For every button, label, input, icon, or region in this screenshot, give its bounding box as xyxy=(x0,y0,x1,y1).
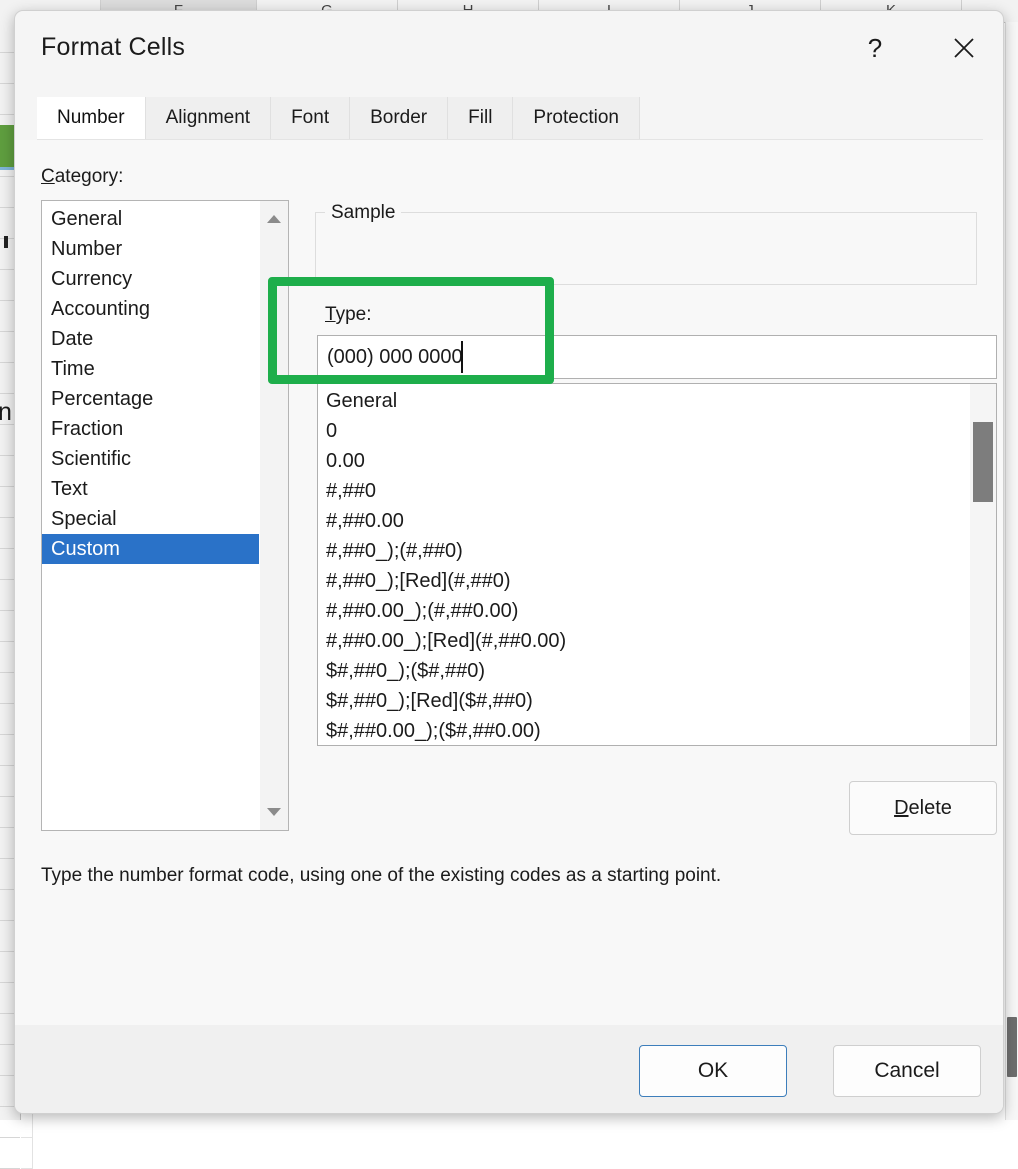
cell-text-fragment: n xyxy=(0,398,12,427)
category-item-scientific[interactable]: Scientific xyxy=(42,444,259,474)
format-code-item[interactable]: #,##0.00_);(#,##0.00) xyxy=(318,596,970,626)
tab-number[interactable]: Number xyxy=(37,97,146,139)
text-cursor xyxy=(461,341,463,373)
format-code-item[interactable]: General xyxy=(318,386,970,416)
dialog-titlebar: Format Cells ? xyxy=(15,11,1003,83)
number-tab-panel: Category: GeneralNumberCurrencyAccountin… xyxy=(15,140,1003,1025)
category-label-rest: ategory: xyxy=(55,166,124,187)
format-code-item[interactable]: 0 xyxy=(318,416,970,446)
tab-border[interactable]: Border xyxy=(350,97,448,139)
sample-groupbox xyxy=(315,212,977,285)
format-codes-scrollbar-thumb[interactable] xyxy=(973,422,993,502)
sample-value xyxy=(316,213,976,241)
ok-button[interactable]: OK xyxy=(639,1045,787,1097)
category-item-text[interactable]: Text xyxy=(42,474,259,504)
category-item-special[interactable]: Special xyxy=(42,504,259,534)
category-item-fraction[interactable]: Fraction xyxy=(42,414,259,444)
type-label-accel: T xyxy=(325,304,336,325)
sample-legend-label: Sample xyxy=(325,202,401,224)
category-item-custom[interactable]: Custom xyxy=(42,534,259,564)
tab-fill[interactable]: Fill xyxy=(448,97,513,139)
tab-font[interactable]: Font xyxy=(271,97,350,139)
cell-content-tick xyxy=(4,236,8,248)
row-header-cell[interactable] xyxy=(0,1138,20,1169)
category-item-date[interactable]: Date xyxy=(42,324,259,354)
format-code-item[interactable]: 0.00 xyxy=(318,446,970,476)
category-item-time[interactable]: Time xyxy=(42,354,259,384)
selected-cell-marker xyxy=(0,125,14,167)
scrollbar-thumb[interactable] xyxy=(1007,1017,1017,1077)
delete-button-accel: D xyxy=(894,797,908,820)
type-label-rest: ype: xyxy=(336,304,372,325)
category-list[interactable]: GeneralNumberCurrencyAccountingDateTimeP… xyxy=(42,201,259,830)
category-item-number[interactable]: Number xyxy=(42,234,259,264)
spreadsheet-vertical-scrollbar[interactable] xyxy=(1005,22,1018,1120)
format-code-item[interactable]: $#,##0_);[Red]($#,##0) xyxy=(318,686,970,716)
format-cells-dialog: Format Cells ? NumberAlignmentFontBorder… xyxy=(14,10,1004,1114)
format-code-item[interactable]: #,##0 xyxy=(318,476,970,506)
dialog-help-text: Type the number format code, using one o… xyxy=(41,865,721,887)
category-item-percentage[interactable]: Percentage xyxy=(42,384,259,414)
category-label-accel: C xyxy=(41,166,55,187)
triangle-up-icon[interactable] xyxy=(267,215,281,223)
category-listbox[interactable]: GeneralNumberCurrencyAccountingDateTimeP… xyxy=(41,200,289,831)
format-code-item[interactable]: #,##0.00_);[Red](#,##0.00) xyxy=(318,626,970,656)
category-label: Category: xyxy=(41,166,123,188)
dialog-title: Format Cells xyxy=(41,33,185,62)
category-item-currency[interactable]: Currency xyxy=(42,264,259,294)
category-item-accounting[interactable]: Accounting xyxy=(42,294,259,324)
cancel-button[interactable]: Cancel xyxy=(833,1045,981,1097)
category-item-general[interactable]: General xyxy=(42,204,259,234)
triangle-down-icon[interactable] xyxy=(267,808,281,816)
cell-underline-marker xyxy=(0,167,14,170)
type-input[interactable] xyxy=(317,335,997,379)
type-label: Type: xyxy=(325,304,371,326)
delete-button[interactable]: Delete xyxy=(849,781,997,835)
dialog-footer: OK Cancel xyxy=(15,1025,1003,1113)
tab-protection[interactable]: Protection xyxy=(513,97,640,139)
spreadsheet-cell[interactable] xyxy=(21,1138,33,1169)
format-code-item[interactable]: $#,##0.00_);($#,##0.00) xyxy=(318,716,970,746)
format-code-item[interactable]: $#,##0_);($#,##0) xyxy=(318,656,970,686)
tab-alignment[interactable]: Alignment xyxy=(146,97,272,139)
delete-button-label: elete xyxy=(909,797,952,820)
format-code-item[interactable]: #,##0_);[Red](#,##0) xyxy=(318,566,970,596)
close-icon[interactable] xyxy=(943,27,985,69)
dialog-tabstrip: NumberAlignmentFontBorderFillProtection xyxy=(37,97,640,139)
format-codes-scrollbar[interactable] xyxy=(970,384,996,745)
format-codes-listbox[interactable]: General00.00#,##0#,##0.00#,##0_);(#,##0)… xyxy=(317,383,997,746)
help-icon[interactable]: ? xyxy=(854,27,896,69)
format-code-item[interactable]: #,##0_);(#,##0) xyxy=(318,536,970,566)
format-codes-list[interactable]: General00.00#,##0#,##0.00#,##0_);(#,##0)… xyxy=(318,384,970,745)
category-scrollbar[interactable] xyxy=(259,201,288,830)
format-code-item[interactable]: #,##0.00 xyxy=(318,506,970,536)
